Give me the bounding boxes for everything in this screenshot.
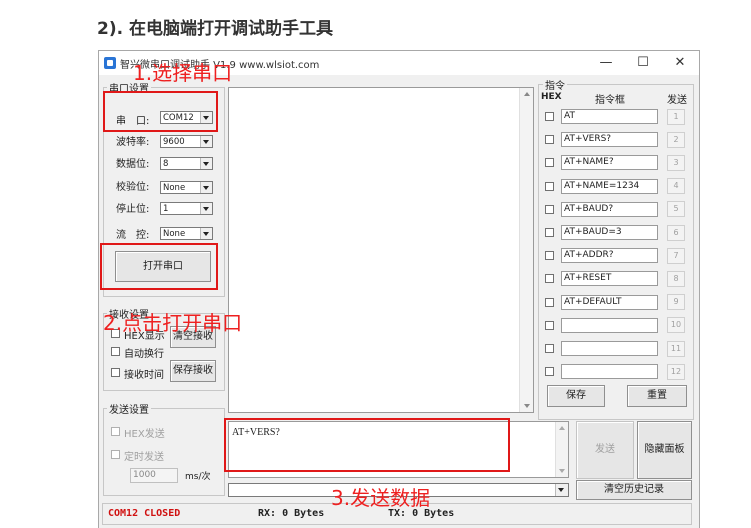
cmd-input[interactable] — [561, 317, 658, 333]
port-status: COM12 CLOSED — [108, 508, 181, 519]
reset-commands-button[interactable]: 重置 — [627, 385, 687, 407]
baud-label: 波特率: — [116, 137, 150, 148]
annotation-box-port — [103, 91, 218, 132]
scroll-down-icon[interactable] — [559, 469, 565, 473]
cmd-hex-checkbox[interactable] — [545, 228, 554, 237]
parity-value: None — [163, 183, 186, 193]
cmd-input[interactable]: AT+ADDR? — [561, 248, 658, 264]
cmd-send-button[interactable]: 6 — [667, 224, 685, 241]
command-group-label: 指令 — [543, 77, 567, 92]
hide-panel-button[interactable]: 隐藏面板 — [637, 421, 692, 479]
close-button[interactable]: ✕ — [663, 53, 697, 73]
auto-newline-checkbox[interactable] — [111, 347, 120, 356]
hex-send-checkbox[interactable] — [111, 427, 120, 436]
stop-bits-select[interactable]: 1 — [160, 202, 213, 215]
cmd-input[interactable]: AT+DEFAULT — [561, 294, 658, 310]
col-cmd-header: 指令框 — [595, 95, 625, 106]
receive-textarea[interactable] — [228, 87, 534, 413]
data-bits-select[interactable]: 8 — [160, 157, 213, 170]
timed-send-checkbox[interactable] — [111, 450, 120, 459]
cmd-send-button[interactable]: 3 — [667, 154, 685, 171]
cmd-hex-checkbox[interactable] — [545, 344, 554, 353]
cmd-hex-checkbox[interactable] — [545, 251, 554, 261]
send-settings-label: 发送设置 — [107, 401, 151, 416]
clear-history-button[interactable]: 清空历史记录 — [576, 480, 692, 500]
save-receive-button[interactable]: 保存接收 — [170, 360, 216, 382]
cmd-send-button[interactable]: 7 — [667, 247, 685, 264]
cmd-hex-checkbox[interactable] — [545, 135, 554, 145]
cmd-input[interactable]: AT+VERS? — [561, 132, 658, 148]
cmd-send-button[interactable]: 9 — [667, 294, 685, 311]
cmd-input[interactable]: AT — [561, 109, 658, 124]
cmd-hex-checkbox[interactable] — [545, 367, 554, 377]
save-commands-button[interactable]: 保存 — [547, 385, 605, 407]
flow-label: 流 控: — [116, 230, 150, 241]
cmd-input[interactable]: AT+NAME? — [561, 155, 658, 171]
cmd-send-button[interactable]: 11 — [667, 340, 685, 357]
baud-value: 9600 — [163, 137, 185, 147]
send-interval-unit: ms/次 — [185, 472, 211, 482]
timed-send-label: 定时发送 — [124, 452, 164, 463]
auto-newline-label: 自动换行 — [124, 349, 164, 360]
annotation-step3: 3.发送数据 — [331, 486, 431, 510]
stop-bits-value: 1 — [163, 204, 169, 214]
cmd-input[interactable]: AT+BAUD=3 — [561, 225, 658, 240]
receive-scrollbar[interactable] — [519, 88, 533, 412]
cmd-input[interactable] — [561, 341, 658, 356]
cmd-input[interactable]: AT+NAME=1234 — [561, 178, 658, 194]
annotation-step2: 2.点击打开串口 — [103, 311, 243, 335]
chevron-down-icon — [200, 182, 212, 193]
cmd-send-button[interactable]: 2 — [667, 131, 685, 148]
cmd-hex-checkbox[interactable] — [545, 320, 554, 330]
annotation-box-open — [100, 243, 218, 290]
cmd-input[interactable]: AT+RESET — [561, 271, 658, 287]
col-hex-header: HEX — [541, 92, 562, 102]
cmd-send-button[interactable]: 8 — [667, 270, 685, 287]
chevron-down-icon — [200, 228, 212, 239]
cmd-send-button[interactable]: 4 — [667, 178, 685, 195]
cmd-hex-checkbox[interactable] — [545, 112, 554, 121]
chevron-down-icon — [200, 136, 212, 147]
cmd-input[interactable] — [561, 364, 658, 380]
col-send-header: 发送 — [667, 95, 687, 106]
cmd-hex-checkbox[interactable] — [545, 204, 554, 214]
flow-select[interactable]: None — [160, 227, 213, 240]
flow-value: None — [163, 229, 186, 239]
cmd-hex-checkbox[interactable] — [545, 158, 554, 168]
send-interval-input[interactable]: 1000 — [130, 468, 178, 483]
cmd-hex-checkbox[interactable] — [545, 297, 554, 307]
stop-bits-label: 停止位: — [116, 204, 150, 215]
chevron-down-icon — [200, 158, 212, 169]
cmd-send-button[interactable]: 12 — [667, 363, 685, 380]
baud-select[interactable]: 9600 — [160, 135, 213, 148]
data-bits-value: 8 — [163, 159, 169, 169]
scroll-down-icon[interactable] — [524, 404, 530, 408]
rx-count: RX: 0 Bytes — [258, 508, 325, 519]
cmd-send-button[interactable]: 5 — [667, 201, 685, 218]
hex-send-label: HEX发送 — [124, 429, 165, 440]
cmd-send-button[interactable]: 10 — [667, 317, 685, 334]
cmd-input[interactable]: AT+BAUD? — [561, 201, 658, 217]
send-button[interactable]: 发送 — [576, 421, 634, 479]
cmd-hex-checkbox[interactable] — [545, 274, 554, 284]
scroll-up-icon[interactable] — [524, 92, 530, 96]
cmd-send-button[interactable]: 1 — [667, 108, 685, 125]
send-scrollbar[interactable] — [555, 422, 568, 477]
annotation-step1: 1.选择串口 — [133, 61, 233, 85]
maximize-button[interactable]: ☐ — [626, 53, 660, 73]
chevron-down-icon — [200, 203, 212, 214]
parity-select[interactable]: None — [160, 181, 213, 194]
recv-time-checkbox[interactable] — [111, 368, 120, 377]
annotation-box-send — [224, 418, 510, 472]
app-icon — [104, 57, 116, 69]
parity-label: 校验位: — [116, 182, 150, 193]
scroll-up-icon[interactable] — [559, 426, 565, 430]
page-heading: 2). 在电脑端打开调试助手工具 — [97, 19, 333, 39]
minimize-button[interactable]: — — [589, 53, 623, 73]
recv-time-label: 接收时间 — [124, 370, 164, 381]
chevron-down-icon — [555, 484, 568, 496]
data-bits-label: 数据位: — [116, 159, 150, 170]
cmd-hex-checkbox[interactable] — [545, 181, 554, 191]
